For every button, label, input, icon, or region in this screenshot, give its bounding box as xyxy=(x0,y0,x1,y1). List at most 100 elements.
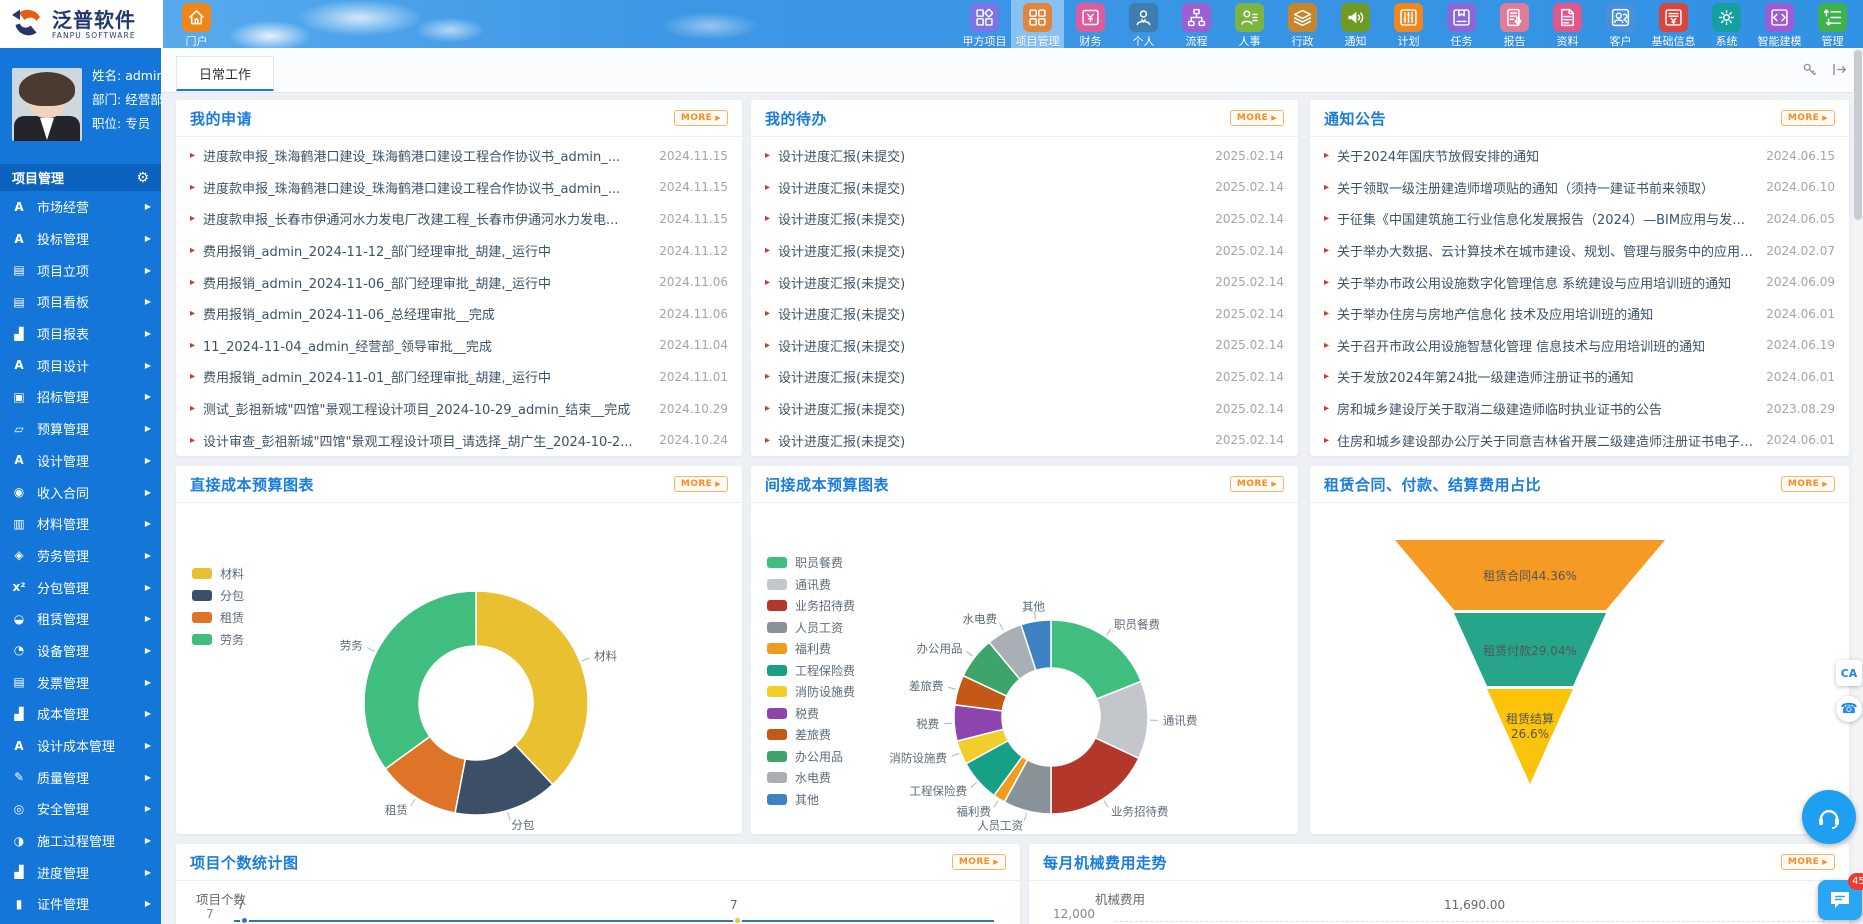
more-button[interactable]: MORE▶ xyxy=(1781,854,1835,870)
more-button[interactable]: MORE▶ xyxy=(952,854,1006,870)
todo-row-3[interactable]: ▸设计进度汇报(未提交)2025.02.14 xyxy=(751,235,1298,267)
nav-item-14[interactable]: 系统 xyxy=(1700,0,1753,48)
sidebar-item-15[interactable]: ▤发票管理▶ xyxy=(0,666,161,698)
notice-row-9[interactable]: ▸住房和城乡建设部办公厅关于同意吉林省开展二级建造师注册证书电子化试点...20… xyxy=(1310,424,1849,456)
phone-widget[interactable]: ☎ xyxy=(1836,696,1862,722)
request-row-8[interactable]: ▸测试_彭祖新城"四馆"景观工程设计项目_2024-10-29_admin_结束… xyxy=(176,393,742,425)
sidebar-item-8[interactable]: A设计管理▶ xyxy=(0,445,161,477)
nav-item-2[interactable]: 财务 xyxy=(1064,0,1117,48)
notice-row-7[interactable]: ▸关于发放2024年第24批一级建造师注册证书的通知2024.06.01 xyxy=(1310,361,1849,393)
request-row-9[interactable]: ▸设计审查_彭祖新城"四馆"景观工程设计项目_请选择_胡广生_2024-10-2… xyxy=(176,424,742,456)
nav-item-portal[interactable]: 门户 xyxy=(170,0,223,48)
todo-row-9[interactable]: ▸设计进度汇报(未提交)2025.02.14 xyxy=(751,424,1298,456)
more-button[interactable]: MORE▶ xyxy=(1230,476,1284,492)
nav-item-5[interactable]: 人事 xyxy=(1223,0,1276,48)
nav-item-15[interactable]: 智能建模 xyxy=(1753,0,1806,48)
sidebar-item-1[interactable]: A投标管理▶ xyxy=(0,223,161,255)
more-button[interactable]: MORE▶ xyxy=(1230,110,1284,126)
sidebar-item-5[interactable]: A项目设计▶ xyxy=(0,349,161,381)
more-button[interactable]: MORE▶ xyxy=(1781,476,1835,492)
chat-widget[interactable]: 45 xyxy=(1818,880,1862,920)
scrollbar-thumb[interactable] xyxy=(1854,50,1862,220)
legend-item-0[interactable]: 职员餐费 xyxy=(767,552,855,574)
funnel-segment-租赁付款[interactable]: 租赁付款29.04% xyxy=(1454,613,1606,686)
nav-item-6[interactable]: 行政 xyxy=(1276,0,1329,48)
todo-row-4[interactable]: ▸设计进度汇报(未提交)2025.02.14 xyxy=(751,266,1298,298)
request-row-3[interactable]: ▸费用报销_admin_2024-11-12_部门经理审批_胡建,_运行中202… xyxy=(176,235,742,267)
sidebar-item-4[interactable]: ▟项目报表▶ xyxy=(0,318,161,350)
todo-row-0[interactable]: ▸设计进度汇报(未提交)2025.02.14 xyxy=(751,140,1298,172)
notice-row-1[interactable]: ▸关于领取一级注册建造师增项贴的通知（须持一建证书前来领取）2024.06.10 xyxy=(1310,172,1849,204)
nav-item-4[interactable]: 流程 xyxy=(1170,0,1223,48)
nav-item-10[interactable]: 报告 xyxy=(1488,0,1541,48)
legend-item-11[interactable]: 其他 xyxy=(767,789,855,811)
notice-row-8[interactable]: ▸房和城乡建设厅关于取消二级建造师临时执业证书的公告2023.08.29 xyxy=(1310,393,1849,425)
sidebar-item-14[interactable]: ◔设备管理▶ xyxy=(0,635,161,667)
notice-row-0[interactable]: ▸关于2024年国庆节放假安排的通知2024.06.15 xyxy=(1310,140,1849,172)
nav-item-7[interactable]: 通知 xyxy=(1329,0,1382,48)
legend-item-0[interactable]: 材料 xyxy=(192,562,244,584)
nav-item-0[interactable]: 甲方项目 xyxy=(958,0,1011,48)
nav-item-8[interactable]: 计划 xyxy=(1382,0,1435,48)
nav-item-12[interactable]: 客户 xyxy=(1594,0,1647,48)
sidebar-item-11[interactable]: ◈劳务管理▶ xyxy=(0,540,161,572)
more-button[interactable]: MORE▶ xyxy=(674,476,728,492)
request-row-1[interactable]: ▸进度款申报_珠海鹤港口建设_珠海鹤港口建设工程合作协议书_admin_...2… xyxy=(176,172,742,204)
todo-row-2[interactable]: ▸设计进度汇报(未提交)2025.02.14 xyxy=(751,203,1298,235)
legend-item-10[interactable]: 水电费 xyxy=(767,767,855,789)
sidebar-item-10[interactable]: ▥材料管理▶ xyxy=(0,508,161,540)
sidebar-item-6[interactable]: ▣招标管理▶ xyxy=(0,381,161,413)
nav-item-16[interactable]: 管理 xyxy=(1806,0,1859,48)
request-row-4[interactable]: ▸费用报销_admin_2024-11-06_部门经理审批_胡建,_运行中202… xyxy=(176,266,742,298)
nav-item-9[interactable]: 任务 xyxy=(1435,0,1488,48)
sidebar-item-7[interactable]: ▱预算管理▶ xyxy=(0,413,161,445)
todo-row-6[interactable]: ▸设计进度汇报(未提交)2025.02.14 xyxy=(751,330,1298,362)
sidebar-item-18[interactable]: ✎质量管理▶ xyxy=(0,761,161,793)
avatar[interactable] xyxy=(12,68,82,141)
legend-item-3[interactable]: 劳务 xyxy=(192,628,244,650)
todo-row-5[interactable]: ▸设计进度汇报(未提交)2025.02.14 xyxy=(751,298,1298,330)
legend-item-5[interactable]: 工程保险费 xyxy=(767,660,855,682)
funnel-segment-租赁结算[interactable]: 租赁结算26.6% xyxy=(1487,689,1573,784)
todo-row-7[interactable]: ▸设计进度汇报(未提交)2025.02.14 xyxy=(751,361,1298,393)
tab-daily-work[interactable]: 日常工作 xyxy=(176,56,274,91)
legend-item-8[interactable]: 差旅费 xyxy=(767,724,855,746)
sidebar-item-0[interactable]: A市场经营▶ xyxy=(0,191,161,223)
legend-item-1[interactable]: 分包 xyxy=(192,584,244,606)
sidebar-item-21[interactable]: ▟进度管理▶ xyxy=(0,856,161,888)
more-button[interactable]: MORE▶ xyxy=(1781,110,1835,126)
legend-item-6[interactable]: 消防设施费 xyxy=(767,681,855,703)
legend-item-2[interactable]: 业务招待费 xyxy=(767,595,855,617)
sidebar-item-12[interactable]: x²分包管理▶ xyxy=(0,571,161,603)
nav-item-1[interactable]: 项目管理 xyxy=(1011,0,1064,48)
legend-item-3[interactable]: 人员工资 xyxy=(767,617,855,639)
notice-row-2[interactable]: ▸于征集《中国建筑施工行业信息化发展报告（2024）—BIM应用与发展》材料..… xyxy=(1310,203,1849,235)
request-row-0[interactable]: ▸进度款申报_珠海鹤港口建设_珠海鹤港口建设工程合作协议书_admin_...2… xyxy=(176,140,742,172)
legend-item-9[interactable]: 办公用品 xyxy=(767,746,855,768)
nav-item-3[interactable]: 个人 xyxy=(1117,0,1170,48)
sidebar-item-22[interactable]: ▮证件管理▶ xyxy=(0,888,161,920)
request-row-5[interactable]: ▸费用报销_admin_2024-11-06_总经理审批__完成2024.11.… xyxy=(176,298,742,330)
sidebar-item-2[interactable]: ▤项目立项▶ xyxy=(0,254,161,286)
sidebar-item-16[interactable]: ▟成本管理▶ xyxy=(0,698,161,730)
sidebar-item-3[interactable]: ▤项目看板▶ xyxy=(0,286,161,318)
sidebar-item-20[interactable]: ◑施工过程管理▶ xyxy=(0,825,161,857)
legend-item-7[interactable]: 税费 xyxy=(767,703,855,725)
sidebar-item-17[interactable]: A设计成本管理▶ xyxy=(0,730,161,762)
nav-item-11[interactable]: 资料 xyxy=(1541,0,1594,48)
collapse-icon[interactable] xyxy=(1832,62,1847,77)
sidebar-item-9[interactable]: ◉收入合同▶ xyxy=(0,476,161,508)
legend-item-1[interactable]: 通讯费 xyxy=(767,574,855,596)
more-button[interactable]: MORE▶ xyxy=(674,110,728,126)
legend-item-2[interactable]: 租赁 xyxy=(192,606,244,628)
request-row-7[interactable]: ▸费用报销_admin_2024-11-01_部门经理审批_胡建,_运行中202… xyxy=(176,361,742,393)
ca-widget[interactable]: CA xyxy=(1836,660,1862,686)
notice-row-4[interactable]: ▸关于举办市政公用设施数字化管理信息 系统建设与应用培训班的通知2024.06.… xyxy=(1310,266,1849,298)
key-icon[interactable] xyxy=(1802,62,1817,77)
gear-icon[interactable]: ⚙ xyxy=(136,170,149,186)
notice-row-3[interactable]: ▸关于举办大数据、云计算技术在城市建设、规划、管理与服务中的应用培训班...20… xyxy=(1310,235,1849,267)
todo-row-8[interactable]: ▸设计进度汇报(未提交)2025.02.14 xyxy=(751,393,1298,425)
funnel-segment-租赁合同[interactable]: 租赁合同44.36% xyxy=(1395,540,1665,610)
request-row-6[interactable]: ▸11_2024-11-04_admin_经营部_领导审批__完成2024.11… xyxy=(176,330,742,362)
request-row-2[interactable]: ▸进度款申报_长春市伊通河水力发电厂改建工程_长春市伊通河水力发电...2024… xyxy=(176,203,742,235)
